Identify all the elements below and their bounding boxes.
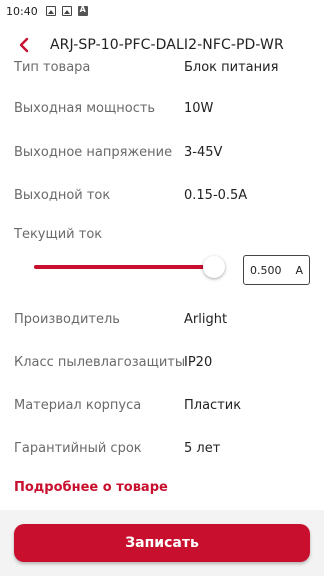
spec-row-warranty: Гарантийный срок 5 лет bbox=[0, 427, 324, 470]
gallery-notification-icon bbox=[45, 6, 56, 16]
slider-thumb[interactable] bbox=[203, 256, 225, 278]
spec-label: Выходная мощность bbox=[14, 101, 156, 116]
page-title: ARJ-SP-10-PFC-DALI2-NFC-PD-WR bbox=[50, 37, 284, 53]
spec-label: Класс пылевлагозащиты bbox=[14, 355, 186, 370]
current-input[interactable]: 0.500 A bbox=[243, 255, 310, 285]
status-bar: 10:40 bbox=[0, 0, 324, 22]
spec-list[interactable]: Тип товара Блок питания Выходная мощност… bbox=[0, 60, 324, 510]
spec-value: 5 лет bbox=[184, 441, 221, 456]
submit-button[interactable]: Записать bbox=[14, 524, 310, 562]
spec-value: Пластик bbox=[184, 398, 242, 413]
spec-value: Arlight bbox=[184, 312, 228, 327]
spec-row-power: Выходная мощность 10W bbox=[0, 87, 324, 130]
spec-value: 10W bbox=[184, 101, 214, 116]
spec-label: Выходной ток bbox=[14, 188, 111, 203]
spec-row-type: Тип товара Блок питания bbox=[0, 60, 324, 89]
current-input-unit: A bbox=[295, 263, 303, 277]
spec-value: 3-45V bbox=[184, 145, 223, 160]
current-label: Текущий ток bbox=[14, 227, 103, 242]
spec-value: IP20 bbox=[184, 355, 213, 370]
current-slider[interactable] bbox=[34, 255, 225, 279]
spec-row-manufacturer: Производитель Arlight bbox=[0, 298, 324, 341]
spec-row-voltage: Выходное напряжение 3-45V bbox=[0, 131, 324, 174]
spec-value: Блок питания bbox=[184, 60, 279, 75]
spec-row-material: Материал корпуса Пластик bbox=[0, 384, 324, 427]
spec-label: Производитель bbox=[14, 312, 120, 327]
spec-row-ip-class: Класс пылевлагозащиты IP20 bbox=[0, 341, 324, 384]
bottom-bar: Записать bbox=[0, 510, 324, 576]
spec-value: 0.15-0.5A bbox=[184, 188, 248, 203]
status-time: 10:40 bbox=[6, 4, 38, 18]
app-notification-icon bbox=[77, 5, 88, 16]
spec-label: Материал корпуса bbox=[14, 398, 142, 413]
spec-row-current-range: Выходной ток 0.15-0.5A bbox=[0, 174, 324, 217]
slider-fill bbox=[34, 265, 214, 269]
image-notification-icon bbox=[61, 6, 72, 16]
more-about-product-link[interactable]: Подробнее о товаре bbox=[14, 480, 168, 495]
current-input-value: 0.500 bbox=[250, 263, 282, 277]
chevron-left-icon bbox=[19, 37, 29, 53]
spec-label: Гарантийный срок bbox=[14, 441, 142, 456]
spec-label: Выходное напряжение bbox=[14, 145, 173, 160]
spec-label: Тип товара bbox=[14, 60, 91, 75]
